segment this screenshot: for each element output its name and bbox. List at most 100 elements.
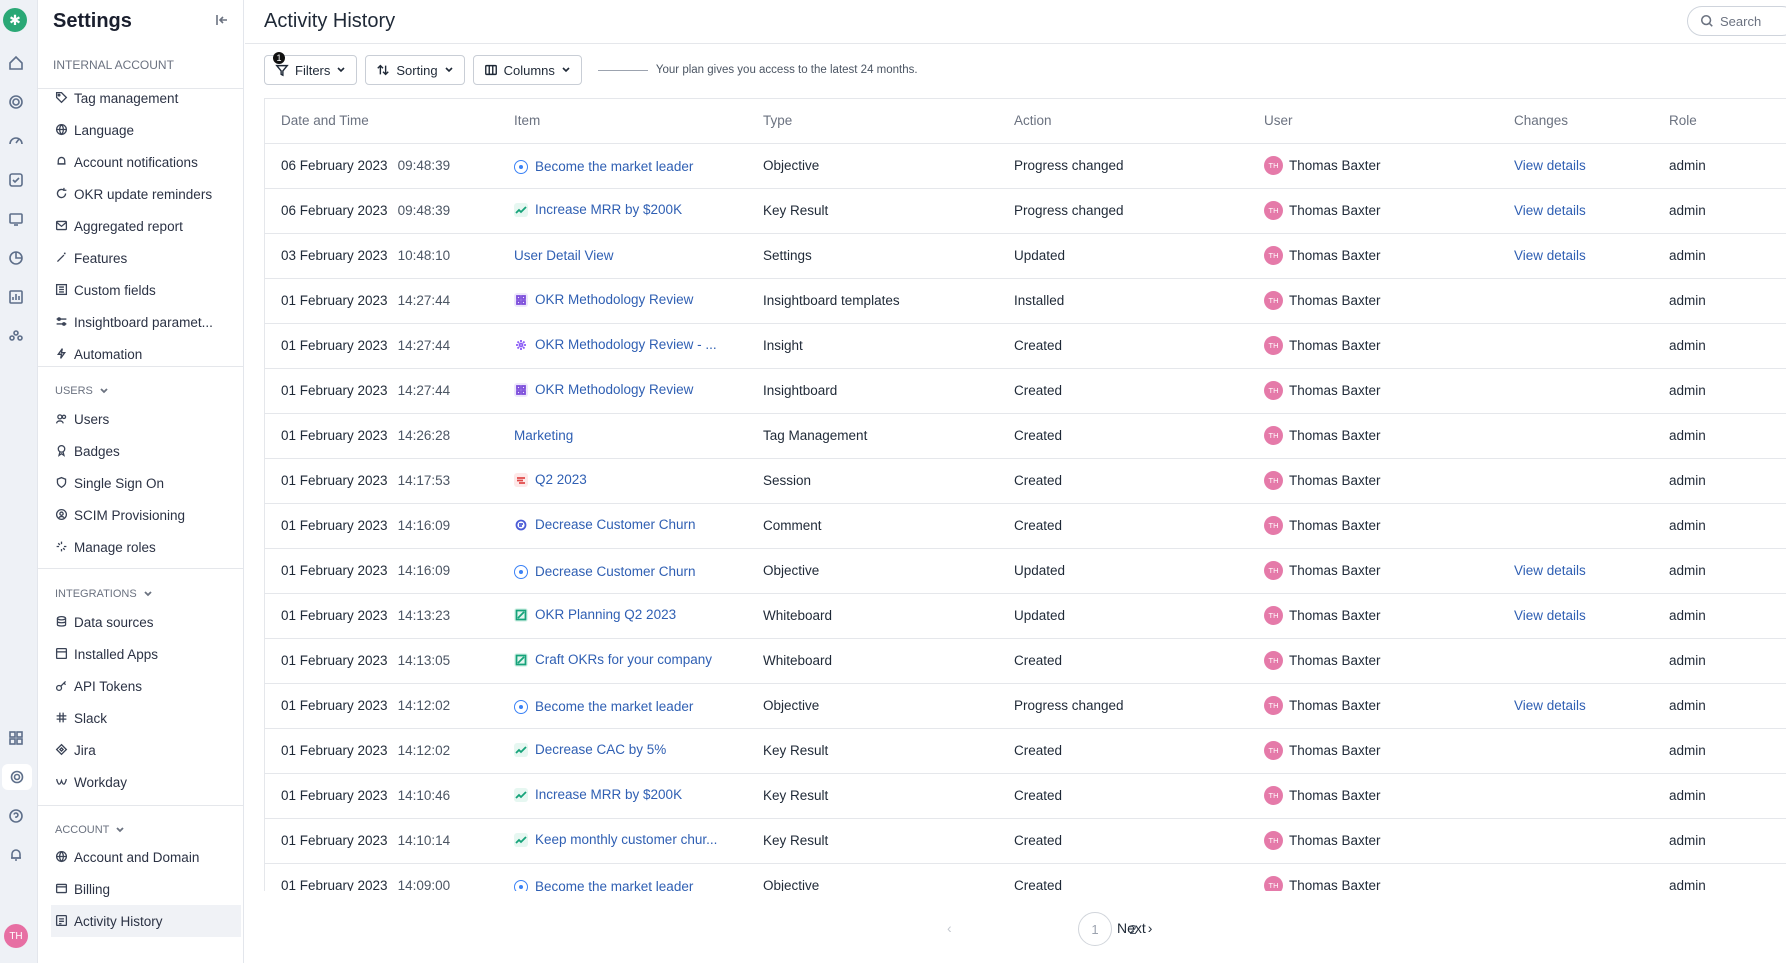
objective-icon <box>514 879 528 891</box>
collapse-sidebar-icon[interactable] <box>214 12 232 30</box>
sidebar-item-slack[interactable]: Slack <box>55 702 233 734</box>
sidebar-item-data-sources[interactable]: Data sources <box>55 606 233 638</box>
checklist-icon[interactable] <box>7 171 25 189</box>
sidebar-item-badges[interactable]: Badges <box>55 435 233 467</box>
date-text: 01 February 2023 <box>281 338 388 353</box>
column-header-date[interactable]: Date and Time <box>265 99 514 144</box>
column-header-type[interactable]: Type <box>763 99 1014 144</box>
item-link[interactable]: User Detail View <box>514 248 614 263</box>
user-name: Thomas Baxter <box>1289 158 1381 173</box>
item-link[interactable]: Decrease CAC by 5% <box>514 742 666 757</box>
sidebar-item-activity-history[interactable]: Activity History <box>51 905 241 937</box>
previous-page-button[interactable]: ‹ <box>947 920 952 936</box>
settings-icon[interactable] <box>2 764 32 790</box>
sidebar-item-insightboard-paramet[interactable]: Insightboard paramet... <box>55 306 233 338</box>
filters-button[interactable]: 1 Filters <box>264 52 358 85</box>
people-icon[interactable] <box>7 327 25 345</box>
sorting-button[interactable]: Sorting <box>365 55 465 85</box>
gauge-icon[interactable] <box>7 132 25 150</box>
avatar[interactable]: TH <box>4 924 28 948</box>
pie-icon[interactable] <box>7 249 25 267</box>
sidebar-item-features[interactable]: Features <box>55 242 233 274</box>
sidebar-item-custom-fields[interactable]: Custom fields <box>55 274 233 306</box>
sidebar-item-aggregated-report[interactable]: Aggregated report <box>55 210 233 242</box>
item-link[interactable]: Become the market leader <box>514 879 693 891</box>
sidebar-item-manage-roles[interactable]: Manage roles <box>55 531 233 563</box>
view-details-link[interactable]: View details <box>1514 158 1586 173</box>
item-link[interactable]: OKR Planning Q2 2023 <box>514 607 676 622</box>
cell-user: TH Thomas Baxter <box>1264 413 1514 459</box>
target-icon[interactable] <box>7 93 25 111</box>
cell-action: Installed <box>1014 278 1264 324</box>
cell-changes <box>1514 278 1669 324</box>
item-link[interactable]: Increase MRR by $200K <box>514 202 682 217</box>
cell-type: Key Result <box>763 818 1014 864</box>
bell-icon[interactable] <box>7 846 25 864</box>
item-label: OKR Methodology Review - ... <box>535 337 717 353</box>
view-details-link[interactable]: View details <box>1514 608 1586 623</box>
column-header-role[interactable]: Role <box>1669 99 1786 144</box>
monitor-icon[interactable] <box>7 210 25 228</box>
sidebar-item-installed-apps[interactable]: Installed Apps <box>55 638 233 670</box>
cell-type: Comment <box>763 503 1014 549</box>
page-1-button[interactable]: 1 <box>1078 912 1112 946</box>
column-header-action[interactable]: Action <box>1014 99 1264 144</box>
sidebar-item-api-tokens[interactable]: API Tokens <box>55 670 233 702</box>
table-row: 01 February 2023 14:13:05 Craft OKRs for y… <box>265 638 1786 684</box>
sidebar-item-account-and-domain[interactable]: Account and Domain <box>55 841 233 873</box>
sidebar-item-workday[interactable]: Workday <box>55 766 233 798</box>
item-link[interactable]: Decrease Customer Churn <box>514 564 696 579</box>
item-link[interactable]: Become the market leader <box>514 159 693 174</box>
sidebar-item-users[interactable]: Users <box>55 403 233 435</box>
view-details-link[interactable]: View details <box>1514 203 1586 218</box>
search-input[interactable]: Search <box>1687 6 1786 36</box>
item-link[interactable]: Craft OKRs for your company <box>514 652 712 667</box>
section-account[interactable]: ACCOUNT <box>55 824 125 836</box>
item-link[interactable]: OKR Methodology Review - ... <box>514 337 717 352</box>
section-users[interactable]: USERS <box>55 385 109 397</box>
cell-user: TH Thomas Baxter <box>1264 773 1514 819</box>
sidebar-item-language[interactable]: Language <box>55 114 233 146</box>
menu-general: Tag management Language Account notificati… <box>55 82 233 370</box>
column-header-user[interactable]: User <box>1264 99 1514 144</box>
cell-changes: View details <box>1514 233 1669 279</box>
sidebar-item-scim-provisioning[interactable]: SCIM Provisioning <box>55 499 233 531</box>
next-page-button[interactable]: Next › <box>1117 920 1152 936</box>
cell-type: Objective <box>763 143 1014 189</box>
column-header-changes[interactable]: Changes <box>1514 99 1669 144</box>
cell-changes: View details <box>1514 548 1669 594</box>
item-link[interactable]: Decrease Customer Churn <box>514 517 696 532</box>
apps-icon[interactable] <box>7 729 25 747</box>
sidebar-item-label: Activity History <box>74 913 163 929</box>
view-details-link[interactable]: View details <box>1514 698 1586 713</box>
columns-button[interactable]: Columns <box>472 55 582 85</box>
sidebar-item-billing[interactable]: Billing <box>55 873 233 905</box>
item-link[interactable]: Marketing <box>514 428 573 443</box>
item-label: Decrease Customer Churn <box>535 517 696 533</box>
help-icon[interactable] <box>7 807 25 825</box>
sidebar-item-single-sign-on[interactable]: Single Sign On <box>55 467 233 499</box>
column-header-item[interactable]: Item <box>514 99 763 144</box>
item-link[interactable]: Q2 2023 <box>514 472 587 487</box>
sidebar-item-jira[interactable]: Jira <box>55 734 233 766</box>
app-logo-icon[interactable]: ✱ <box>3 8 27 32</box>
pagination: ‹ 1 2 Next › <box>245 912 1786 946</box>
item-label: Decrease CAC by 5% <box>535 742 667 758</box>
cell-item: Increase MRR by $200K <box>514 773 763 819</box>
objective-icon <box>514 699 528 714</box>
view-details-link[interactable]: View details <box>1514 563 1586 578</box>
item-link[interactable]: Keep monthly customer chur... <box>514 832 717 847</box>
item-link[interactable]: OKR Methodology Review <box>514 292 693 307</box>
cell-type: Settings <box>763 233 1014 279</box>
home-icon[interactable] <box>7 54 25 72</box>
sidebar-item-account-notifications[interactable]: Account notifications <box>55 146 233 178</box>
section-integrations[interactable]: INTEGRATIONS <box>55 588 153 600</box>
item-link[interactable]: OKR Methodology Review <box>514 382 693 397</box>
view-details-link[interactable]: View details <box>1514 248 1586 263</box>
item-link[interactable]: Increase MRR by $200K <box>514 787 682 802</box>
sidebar-item-tag-management[interactable]: Tag management <box>55 82 233 114</box>
sidebar-item-okr-update-reminders[interactable]: OKR update reminders <box>55 178 233 210</box>
item-link[interactable]: Become the market leader <box>514 699 693 714</box>
chart-icon[interactable] <box>7 288 25 306</box>
sidebar-item-label: Tag management <box>74 90 179 106</box>
